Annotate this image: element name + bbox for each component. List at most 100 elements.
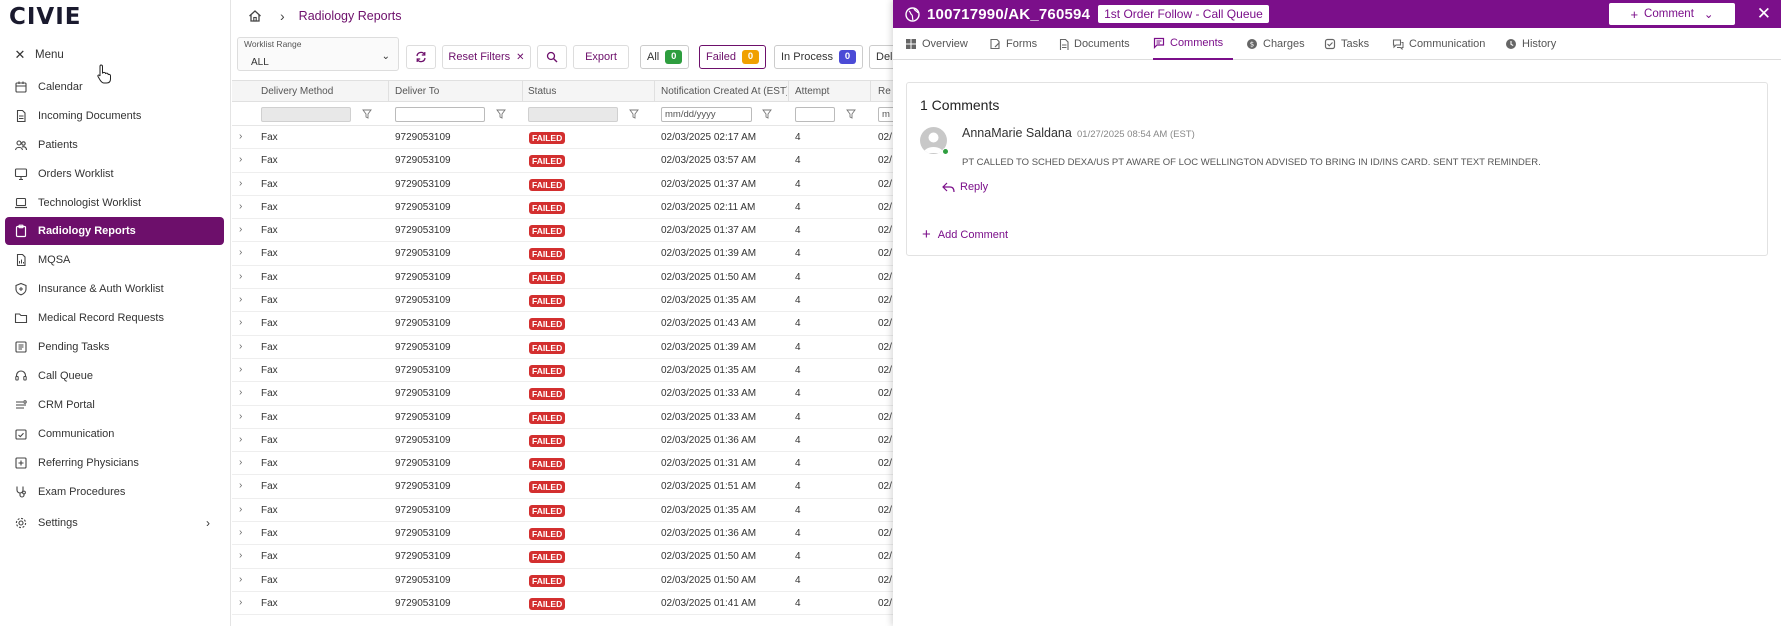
table-row[interactable]: › Fax 9729053109 FAILED 02/03/2025 01:50 AM 4… <box>232 569 893 592</box>
add-comment-button[interactable]: + Add Comment <box>922 226 1008 243</box>
column-header[interactable]: Deliver To <box>395 86 439 97</box>
add-comment-dropdown-button[interactable]: + Comment ⌄ <box>1609 3 1735 25</box>
sidebar-item-communication[interactable]: Communication <box>5 419 224 448</box>
expand-row-icon[interactable]: › <box>239 341 242 352</box>
expand-row-icon[interactable]: › <box>239 271 242 282</box>
tab-comments[interactable]: Comments <box>1153 28 1234 60</box>
sidebar-item-crm-portal[interactable]: CRM Portal <box>5 390 224 419</box>
export-button[interactable]: Export <box>573 45 629 69</box>
column-header[interactable]: Re <box>878 86 891 97</box>
table-row[interactable]: › Fax 9729053109 FAILED 02/03/2025 01:35 AM 4… <box>232 289 893 313</box>
status-badge: FAILED <box>529 434 566 447</box>
table-row[interactable]: › Fax 9729053109 FAILED 02/03/2025 02:11 AM 4… <box>232 196 893 220</box>
table-row[interactable]: › Fax 9729053109 FAILED 02/03/2025 01:50 AM 4… <box>232 545 893 569</box>
sidebar-item-patients[interactable]: Patients <box>5 130 224 159</box>
zoom-button[interactable] <box>537 45 567 69</box>
sidebar-item-call-queue[interactable]: Call Queue <box>5 361 224 390</box>
sidebar-item-orders-worklist[interactable]: Orders Worklist <box>5 159 224 188</box>
expand-row-icon[interactable]: › <box>239 131 242 142</box>
expand-row-icon[interactable]: › <box>239 574 242 585</box>
table-row[interactable]: › Fax 9729053109 FAILED 02/03/2025 01:51 AM 4… <box>232 475 893 499</box>
column-header[interactable]: Notification Created At (EST) <box>661 86 787 97</box>
attempt-filter[interactable] <box>795 107 835 122</box>
table-row[interactable]: › Fax 9729053109 FAILED 02/03/2025 01:35 AM 4… <box>232 359 893 383</box>
close-panel-icon[interactable]: ✕ <box>1757 4 1771 24</box>
filter-icon[interactable] <box>362 109 372 119</box>
expand-row-icon[interactable]: › <box>239 411 242 422</box>
reset-filters-button[interactable]: Reset Filters ✕ <box>442 45 531 69</box>
table-row[interactable]: › Fax 9729053109 FAILED 02/03/2025 01:41 AM 4… <box>232 592 893 616</box>
table-row[interactable]: › Fax 9729053109 FAILED 02/03/2025 01:50 AM 4… <box>232 266 893 290</box>
expand-row-icon[interactable]: › <box>239 504 242 515</box>
table-row[interactable]: › Fax 9729053109 FAILED 02/03/2025 01:33 AM 4… <box>232 382 893 406</box>
sidebar-item-mqsa[interactable]: MQSA <box>5 245 224 274</box>
worklist-range-select[interactable]: Worklist Range ALL ⌄ <box>237 37 399 71</box>
expand-row-icon[interactable]: › <box>239 550 242 561</box>
deliver-to-filter[interactable] <box>395 107 485 122</box>
sidebar-item-pending-tasks[interactable]: Pending Tasks <box>5 332 224 361</box>
filter-icon[interactable] <box>496 109 506 119</box>
expand-row-icon[interactable]: › <box>239 201 242 212</box>
expand-row-icon[interactable]: › <box>239 527 242 538</box>
tab-overview[interactable]: Overview <box>905 28 968 60</box>
table-row[interactable]: › Fax 9729053109 FAILED 02/03/2025 01:39 AM 4… <box>232 336 893 359</box>
expand-row-icon[interactable]: › <box>239 294 242 305</box>
sidebar-item-calendar[interactable]: Calendar <box>5 72 224 101</box>
column-header[interactable]: Status <box>528 86 556 97</box>
table-row[interactable]: › Fax 9729053109 FAILED 02/03/2025 01:37 AM 4… <box>232 173 893 196</box>
filter-chip-failed[interactable]: Failed 0 <box>699 45 766 69</box>
expand-row-icon[interactable]: › <box>239 434 242 445</box>
civie-logo[interactable]: CIVIE <box>9 4 82 30</box>
expand-row-icon[interactable]: › <box>239 457 242 468</box>
expand-row-icon[interactable]: › <box>239 154 242 165</box>
table-row[interactable]: › Fax 9729053109 FAILED 02/03/2025 01:37 AM 4… <box>232 219 893 243</box>
sidebar-item-technologist-worklist[interactable]: Technologist Worklist <box>5 188 224 217</box>
filter-chip-all[interactable]: All 0 <box>640 45 690 69</box>
expand-row-icon[interactable]: › <box>239 387 242 398</box>
home-icon[interactable] <box>248 9 262 23</box>
expand-row-icon[interactable]: › <box>239 178 242 189</box>
delivery-method-filter[interactable] <box>261 107 351 122</box>
tab-forms[interactable]: Forms <box>989 28 1037 60</box>
tab-charges[interactable]: $ Charges <box>1246 28 1305 60</box>
sidebar-item-exam-procedures[interactable]: Exam Procedures <box>5 477 224 506</box>
table-row[interactable]: › Fax 9729053109 FAILED 02/03/2025 01:39 AM 4… <box>232 242 893 266</box>
table-row[interactable]: › Fax 9729053109 FAILED 02/03/2025 01:33 AM 4… <box>232 406 893 429</box>
reply-button[interactable]: Reply <box>942 181 988 193</box>
sidebar-item-settings[interactable]: Settings › <box>5 508 224 537</box>
tab-documents[interactable]: Documents <box>1057 28 1130 60</box>
extra-filter[interactable]: m <box>878 107 893 122</box>
column-header[interactable]: Attempt <box>795 86 829 97</box>
sidebar-item-insurance-auth-worklist[interactable]: Insurance & Auth Worklist <box>5 274 224 303</box>
filter-icon[interactable] <box>629 109 639 119</box>
tab-tasks[interactable]: Tasks <box>1324 28 1369 60</box>
expand-row-icon[interactable]: › <box>239 224 242 235</box>
filter-icon[interactable] <box>762 109 772 119</box>
table-row[interactable]: › Fax 9729053109 FAILED 02/03/2025 01:31 AM 4… <box>232 452 893 476</box>
table-row[interactable]: › Fax 9729053109 FAILED 02/03/2025 01:36 AM 4… <box>232 522 893 546</box>
expand-row-icon[interactable]: › <box>239 247 242 258</box>
table-row[interactable]: › Fax 9729053109 FAILED 02/03/2025 01:36 AM 4… <box>232 429 893 453</box>
menu-toggle[interactable]: ✕ Menu <box>14 47 64 63</box>
column-header[interactable]: Delivery Method <box>261 86 333 97</box>
filter-icon[interactable] <box>846 109 856 119</box>
expand-row-icon[interactable]: › <box>239 364 242 375</box>
refresh-button[interactable] <box>406 45 436 69</box>
sidebar-item-medical-record-requests[interactable]: Medical Record Requests <box>5 303 224 332</box>
expand-row-icon[interactable]: › <box>239 480 242 491</box>
table-row[interactable]: › Fax 9729053109 FAILED 02/03/2025 01:43 AM 4… <box>232 312 893 336</box>
table-row[interactable]: › Fax 9729053109 FAILED 02/03/2025 03:57 AM 4… <box>232 149 893 173</box>
sidebar-item-incoming-documents[interactable]: Incoming Documents <box>5 101 224 130</box>
expand-row-icon[interactable]: › <box>239 317 242 328</box>
close-icon[interactable]: ✕ <box>14 47 26 63</box>
expand-row-icon[interactable]: › <box>239 597 242 608</box>
status-filter[interactable] <box>528 107 618 122</box>
sidebar-item-radiology-reports[interactable]: Radiology Reports <box>5 217 224 245</box>
tab-history[interactable]: History <box>1505 28 1556 60</box>
created-at-date-filter[interactable]: mm/dd/yyyy <box>661 107 752 122</box>
tab-communication[interactable]: Communication <box>1392 28 1485 60</box>
filter-chip-in-process[interactable]: In Process 0 <box>774 45 863 69</box>
table-row[interactable]: › Fax 9729053109 FAILED 02/03/2025 01:35 AM 4… <box>232 499 893 523</box>
sidebar-item-referring-physicians[interactable]: Referring Physicians <box>5 448 224 477</box>
table-row[interactable]: › Fax 9729053109 FAILED 02/03/2025 02:17 AM 4… <box>232 126 893 150</box>
